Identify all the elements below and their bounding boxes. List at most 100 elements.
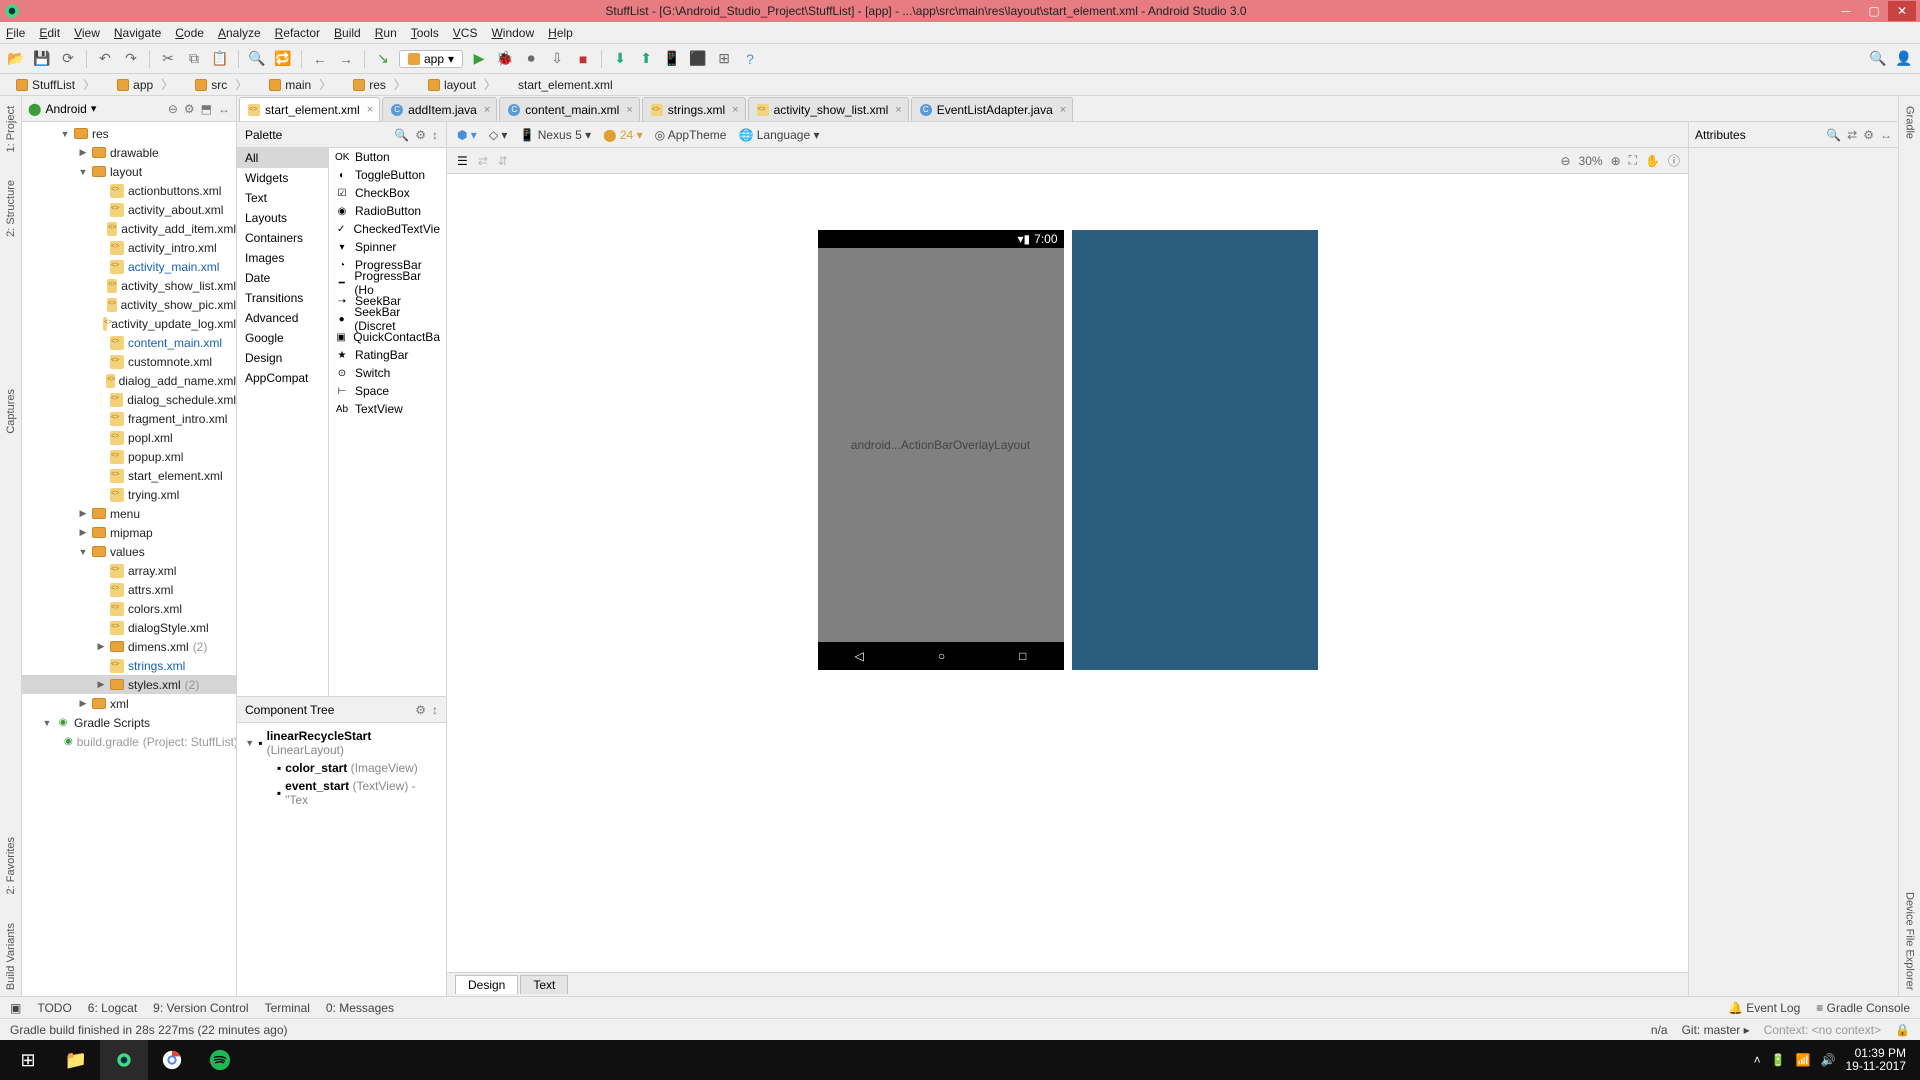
build-variants-gutter-tab[interactable]: Build Variants: [5, 917, 17, 996]
editor-tab[interactable]: start_element.xml×: [239, 97, 380, 121]
device-selector[interactable]: Nexus 5: [538, 128, 582, 142]
palette-category[interactable]: Advanced: [237, 308, 328, 328]
palette-item[interactable]: ▣QuickContactBa: [329, 328, 446, 346]
find-icon[interactable]: 🔍: [247, 49, 267, 69]
close-tab-icon[interactable]: ×: [895, 104, 901, 116]
tree-item[interactable]: activity_show_pic.xml: [22, 295, 236, 314]
expand-icon[interactable]: ↕: [432, 128, 438, 142]
tree-item[interactable]: dialogStyle.xml: [22, 618, 236, 637]
menu-build[interactable]: Build: [334, 26, 361, 40]
palette-category[interactable]: Design: [237, 348, 328, 368]
tree-item[interactable]: activity_main.xml: [22, 257, 236, 276]
editor-tab[interactable]: CaddItem.java×: [382, 97, 497, 121]
swap-icon[interactable]: ⇄: [1847, 128, 1857, 142]
tree-item[interactable]: start_element.xml: [22, 466, 236, 485]
redo-icon[interactable]: ↷: [121, 49, 141, 69]
collapse-icon[interactable]: ⊖: [168, 102, 178, 116]
android-studio-taskbar-icon[interactable]: [100, 1040, 148, 1080]
palette-item[interactable]: ●SeekBar (Discret: [329, 310, 446, 328]
undo-icon[interactable]: ↶: [95, 49, 115, 69]
start-button[interactable]: ⊞: [4, 1040, 52, 1080]
breadcrumb-item[interactable]: StuffList: [6, 76, 105, 93]
menu-vcs[interactable]: VCS: [453, 26, 478, 40]
palette-category[interactable]: Transitions: [237, 288, 328, 308]
run-icon[interactable]: ▶: [469, 49, 489, 69]
menu-analyze[interactable]: Analyze: [218, 26, 261, 40]
tree-item[interactable]: attrs.xml: [22, 580, 236, 599]
tree-item[interactable]: ▶menu: [22, 504, 236, 523]
tree-item[interactable]: ▼◉Gradle Scripts: [22, 713, 236, 732]
search-icon[interactable]: 🔍: [394, 128, 409, 142]
pan-icon[interactable]: ✋: [1645, 154, 1660, 168]
sdk-icon[interactable]: ⬛: [688, 49, 708, 69]
palette-categories[interactable]: AllWidgetsTextLayoutsContainersImagesDat…: [237, 148, 329, 696]
help-icon[interactable]: ?: [740, 49, 760, 69]
menu-help[interactable]: Help: [548, 26, 573, 40]
palette-category[interactable]: AppCompat: [237, 368, 328, 388]
tree-item[interactable]: content_main.xml: [22, 333, 236, 352]
palette-item[interactable]: ◉RadioButton: [329, 202, 446, 220]
vcs-update-icon[interactable]: ⬇: [610, 49, 630, 69]
palette-item[interactable]: ━ProgressBar (Ho: [329, 274, 446, 292]
tree-item[interactable]: ▼layout: [22, 162, 236, 181]
palette-item[interactable]: ◐ToggleButton: [329, 166, 446, 184]
tree-item[interactable]: activity_about.xml: [22, 200, 236, 219]
palette-category[interactable]: Text: [237, 188, 328, 208]
close-tab-icon[interactable]: ×: [732, 104, 738, 116]
tree-item[interactable]: dialog_add_name.xml: [22, 371, 236, 390]
avd-icon[interactable]: 📱: [662, 49, 682, 69]
menu-file[interactable]: File: [6, 26, 25, 40]
tree-item[interactable]: ▶dimens.xml (2): [22, 637, 236, 656]
breadcrumb-item[interactable]: start_element.xml: [508, 78, 631, 92]
tree-item[interactable]: fragment_intro.xml: [22, 409, 236, 428]
search-everywhere-icon[interactable]: 🔍: [1868, 49, 1888, 69]
close-tab-icon[interactable]: ×: [367, 104, 373, 116]
close-button[interactable]: ✕: [1888, 1, 1916, 21]
bottom-tool-button[interactable]: TODO: [37, 1001, 71, 1015]
bottom-tool-button[interactable]: Terminal: [265, 1001, 310, 1015]
palette-category[interactable]: Widgets: [237, 168, 328, 188]
paste-icon[interactable]: 📋: [210, 49, 230, 69]
tree-item[interactable]: customnote.xml: [22, 352, 236, 371]
warnings-icon[interactable]: ⓘ: [1668, 152, 1680, 169]
lock-icon[interactable]: 🔒: [1895, 1023, 1910, 1037]
component-tree-item[interactable]: ▪color_start (ImageView): [237, 759, 446, 777]
palette-item[interactable]: ⊙Switch: [329, 364, 446, 382]
palette-category[interactable]: Google: [237, 328, 328, 348]
design-tab[interactable]: Design: [455, 975, 518, 994]
pin-icon[interactable]: ↔: [218, 102, 230, 116]
breadcrumb-item[interactable]: res: [343, 76, 416, 93]
tree-item[interactable]: activity_show_list.xml: [22, 276, 236, 295]
editor-tab[interactable]: CEventListAdapter.java×: [911, 97, 1074, 121]
favorites-gutter-tab[interactable]: 2: Favorites: [5, 831, 17, 900]
text-tab[interactable]: Text: [520, 975, 568, 994]
palette-category[interactable]: Date: [237, 268, 328, 288]
orientation-icon[interactable]: ◇ ▾: [489, 128, 508, 142]
palette-category[interactable]: Containers: [237, 228, 328, 248]
tray-up-icon[interactable]: ˄: [1754, 1053, 1761, 1067]
cut-icon[interactable]: ✂: [158, 49, 178, 69]
system-clock[interactable]: 01:39 PM 19-11-2017: [1846, 1047, 1907, 1073]
git-branch[interactable]: Git: master ▸: [1682, 1023, 1750, 1037]
tree-item[interactable]: ▶xml: [22, 694, 236, 713]
bottom-tool-button[interactable]: 9: Version Control: [153, 1001, 248, 1015]
palette-item[interactable]: ⊢Space: [329, 382, 446, 400]
component-tree-item[interactable]: ▼▪linearRecycleStart (LinearLayout): [237, 727, 446, 759]
zoom-in-icon[interactable]: ⊕: [1611, 154, 1621, 168]
arrows-icon[interactable]: ⇄: [478, 154, 488, 168]
open-icon[interactable]: 📂: [6, 49, 26, 69]
tree-item[interactable]: activity_update_log.xml: [22, 314, 236, 333]
editor-tab[interactable]: Ccontent_main.xml×: [499, 97, 639, 121]
minimize-button[interactable]: ─: [1832, 1, 1860, 21]
gear-icon[interactable]: ⚙: [184, 102, 195, 116]
tree-item[interactable]: dialog_schedule.xml: [22, 390, 236, 409]
forward-icon[interactable]: →: [336, 49, 356, 69]
palette-category[interactable]: All: [237, 148, 328, 168]
debug-icon[interactable]: 🐞: [495, 49, 515, 69]
design-surface[interactable]: ▾▮7:00 android...ActionBarOverlayLayout …: [447, 174, 1688, 972]
tree-item[interactable]: ▼res: [22, 124, 236, 143]
attach-icon[interactable]: ⇩: [547, 49, 567, 69]
palette-item[interactable]: ★RatingBar: [329, 346, 446, 364]
menu-run[interactable]: Run: [375, 26, 397, 40]
profile-icon[interactable]: ⏺: [521, 49, 541, 69]
